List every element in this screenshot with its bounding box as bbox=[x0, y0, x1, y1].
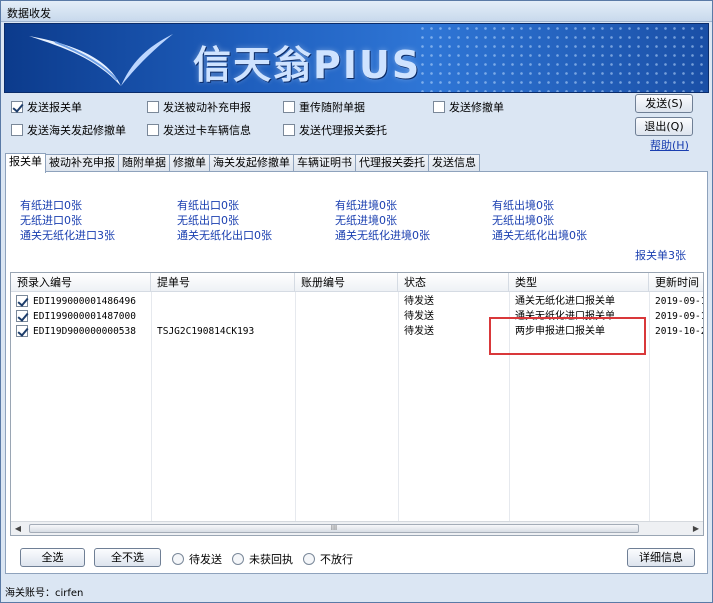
tab-vehicle-cert[interactable]: 车辆证明书 bbox=[293, 154, 356, 172]
help-link[interactable]: 帮助(H) bbox=[650, 137, 689, 153]
brand-name: 信天翁PIUS bbox=[193, 43, 422, 87]
tab-send-info[interactable]: 发送信息 bbox=[428, 154, 480, 172]
tab-customs-modify[interactable]: 海关发起修撤单 bbox=[209, 154, 294, 172]
tab-strip: 报关单 被动补充申报 随附单据 修撤单 海关发起修撤单 车辆证明书 代理报关委托… bbox=[5, 153, 480, 173]
checkbox-icon bbox=[147, 124, 159, 136]
stat-paper-import: 有纸进口0张 bbox=[20, 199, 82, 212]
cell-update-time: 2019-10-2 bbox=[655, 326, 704, 337]
window-title: 数据收发 bbox=[7, 7, 51, 20]
checkbox-icon bbox=[283, 124, 295, 136]
banner-pattern bbox=[418, 24, 708, 92]
title-bar[interactable]: 数据收发 bbox=[1, 1, 712, 22]
status-bar-text: 海关账号：cirfen bbox=[5, 588, 84, 599]
scroll-right-icon[interactable]: ▶ bbox=[689, 522, 703, 535]
scroll-thumb[interactable]: III bbox=[29, 524, 639, 533]
cell-type: 通关无纸化进口报关单 bbox=[515, 296, 615, 307]
checkbox-icon bbox=[433, 101, 445, 113]
checkbox-label: 发送代理报关委托 bbox=[299, 124, 387, 137]
details-button[interactable]: 详细信息 bbox=[627, 548, 695, 567]
checkbox-icon bbox=[11, 101, 23, 113]
horizontal-scrollbar[interactable]: ◀ III ▶ bbox=[11, 521, 703, 535]
tab-passive-supplement[interactable]: 被动补充申报 bbox=[45, 154, 119, 172]
cell-book-no bbox=[295, 294, 398, 309]
cell-update-time: 2019-09-1 bbox=[655, 311, 704, 322]
checkbox-icon bbox=[11, 124, 23, 136]
radio-icon bbox=[172, 553, 184, 565]
filter-pending-radio[interactable]: 待发送 bbox=[172, 551, 222, 567]
stat-paper-entry: 有纸进境0张 bbox=[335, 199, 397, 212]
column-header-entry-no[interactable]: 预录入编号 bbox=[11, 273, 151, 292]
tab-modify-cancel[interactable]: 修撤单 bbox=[169, 154, 210, 172]
cell-bill-no: TSJG2C190814CK193 bbox=[157, 326, 255, 337]
radio-label: 待发送 bbox=[189, 553, 222, 566]
filter-not-released-radio[interactable]: 不放行 bbox=[303, 551, 353, 567]
select-none-button[interactable]: 全不选 bbox=[94, 548, 161, 567]
checkbox-icon bbox=[283, 101, 295, 113]
stat-paperless-export: 无纸出口0张 bbox=[177, 214, 239, 227]
cell-status: 待发送 bbox=[404, 296, 434, 307]
radio-label: 未获回执 bbox=[249, 553, 293, 566]
stat-clearance-export: 通关无纸化出口0张 bbox=[177, 229, 272, 242]
column-header-type[interactable]: 类型 bbox=[509, 273, 649, 292]
cell-entry-no: EDI199000001487000 bbox=[33, 311, 136, 322]
column-header-book-no[interactable]: 账册编号 bbox=[295, 273, 398, 292]
app-window: 数据收发 信天翁PIUS 发送报关单 发送被动补充申报 重传随附单据 发送修撤单… bbox=[0, 0, 713, 603]
send-button[interactable]: 发送(S) bbox=[635, 94, 693, 113]
send-modify-cancel-checkbox[interactable]: 发送修撤单 bbox=[433, 99, 504, 115]
stat-paper-exit: 有纸出境0张 bbox=[492, 199, 554, 212]
filter-no-receipt-radio[interactable]: 未获回执 bbox=[232, 551, 293, 567]
cell-update-time: 2019-09-1 bbox=[655, 296, 704, 307]
send-passive-supplement-checkbox[interactable]: 发送被动补充申报 bbox=[147, 99, 251, 115]
column-header-status[interactable]: 状态 bbox=[398, 273, 509, 292]
cell-bill-no bbox=[151, 294, 295, 309]
stat-clearance-import: 通关无纸化进口3张 bbox=[20, 229, 115, 242]
table-row[interactable]: EDI199000001486496 待发送 通关无纸化进口报关单 2019-0… bbox=[11, 294, 704, 309]
send-agency-checkbox[interactable]: 发送代理报关委托 bbox=[283, 122, 387, 138]
cell-bill-no bbox=[151, 309, 295, 324]
checkbox-label: 发送报关单 bbox=[27, 101, 82, 114]
column-header-bill-no[interactable]: 提单号 bbox=[151, 273, 295, 292]
radio-icon bbox=[232, 553, 244, 565]
checkbox-label: 重传随附单据 bbox=[299, 101, 365, 114]
select-all-button[interactable]: 全选 bbox=[20, 548, 85, 567]
tab-attachments[interactable]: 随附单据 bbox=[118, 154, 170, 172]
scroll-left-icon[interactable]: ◀ bbox=[11, 522, 25, 535]
send-vehicle-info-checkbox[interactable]: 发送过卡车辆信息 bbox=[147, 122, 251, 138]
tab-agency[interactable]: 代理报关委托 bbox=[355, 154, 429, 172]
brand-banner: 信天翁PIUS bbox=[4, 23, 709, 93]
cell-entry-no: EDI19D900000000538 bbox=[33, 326, 136, 337]
radio-icon bbox=[303, 553, 315, 565]
checkbox-icon bbox=[147, 101, 159, 113]
send-customs-modify-checkbox[interactable]: 发送海关发起修撤单 bbox=[11, 122, 126, 138]
exit-button[interactable]: 退出(Q) bbox=[635, 117, 693, 136]
cell-book-no bbox=[295, 309, 398, 324]
checkbox-label: 发送被动补充申报 bbox=[163, 101, 251, 114]
highlight-annotation bbox=[489, 317, 646, 355]
cell-book-no bbox=[295, 324, 398, 339]
send-declaration-checkbox[interactable]: 发送报关单 bbox=[11, 99, 82, 115]
checkbox-label: 发送修撤单 bbox=[449, 101, 504, 114]
stat-clearance-entry: 通关无纸化进境0张 bbox=[335, 229, 430, 242]
cell-entry-no: EDI199000001486496 bbox=[33, 296, 136, 307]
checkbox-label: 发送海关发起修撤单 bbox=[27, 124, 126, 137]
radio-label: 不放行 bbox=[320, 553, 353, 566]
stat-total: 报关单3张 bbox=[635, 249, 686, 262]
albatross-logo-icon bbox=[29, 34, 173, 86]
checkbox-label: 发送过卡车辆信息 bbox=[163, 124, 251, 137]
tab-declaration[interactable]: 报关单 bbox=[5, 153, 46, 173]
declaration-table[interactable]: 预录入编号 提单号 账册编号 状态 类型 更新时间 EDI19900000148… bbox=[10, 272, 704, 536]
stat-paperless-import: 无纸进口0张 bbox=[20, 214, 82, 227]
column-header-update-time[interactable]: 更新时间 bbox=[649, 273, 703, 292]
stat-paperless-entry: 无纸进境0张 bbox=[335, 214, 397, 227]
stat-paperless-exit: 无纸出境0张 bbox=[492, 214, 554, 227]
resend-attachments-checkbox[interactable]: 重传随附单据 bbox=[283, 99, 365, 115]
stat-clearance-exit: 通关无纸化出境0张 bbox=[492, 229, 587, 242]
stat-paper-export: 有纸出口0张 bbox=[177, 199, 239, 212]
